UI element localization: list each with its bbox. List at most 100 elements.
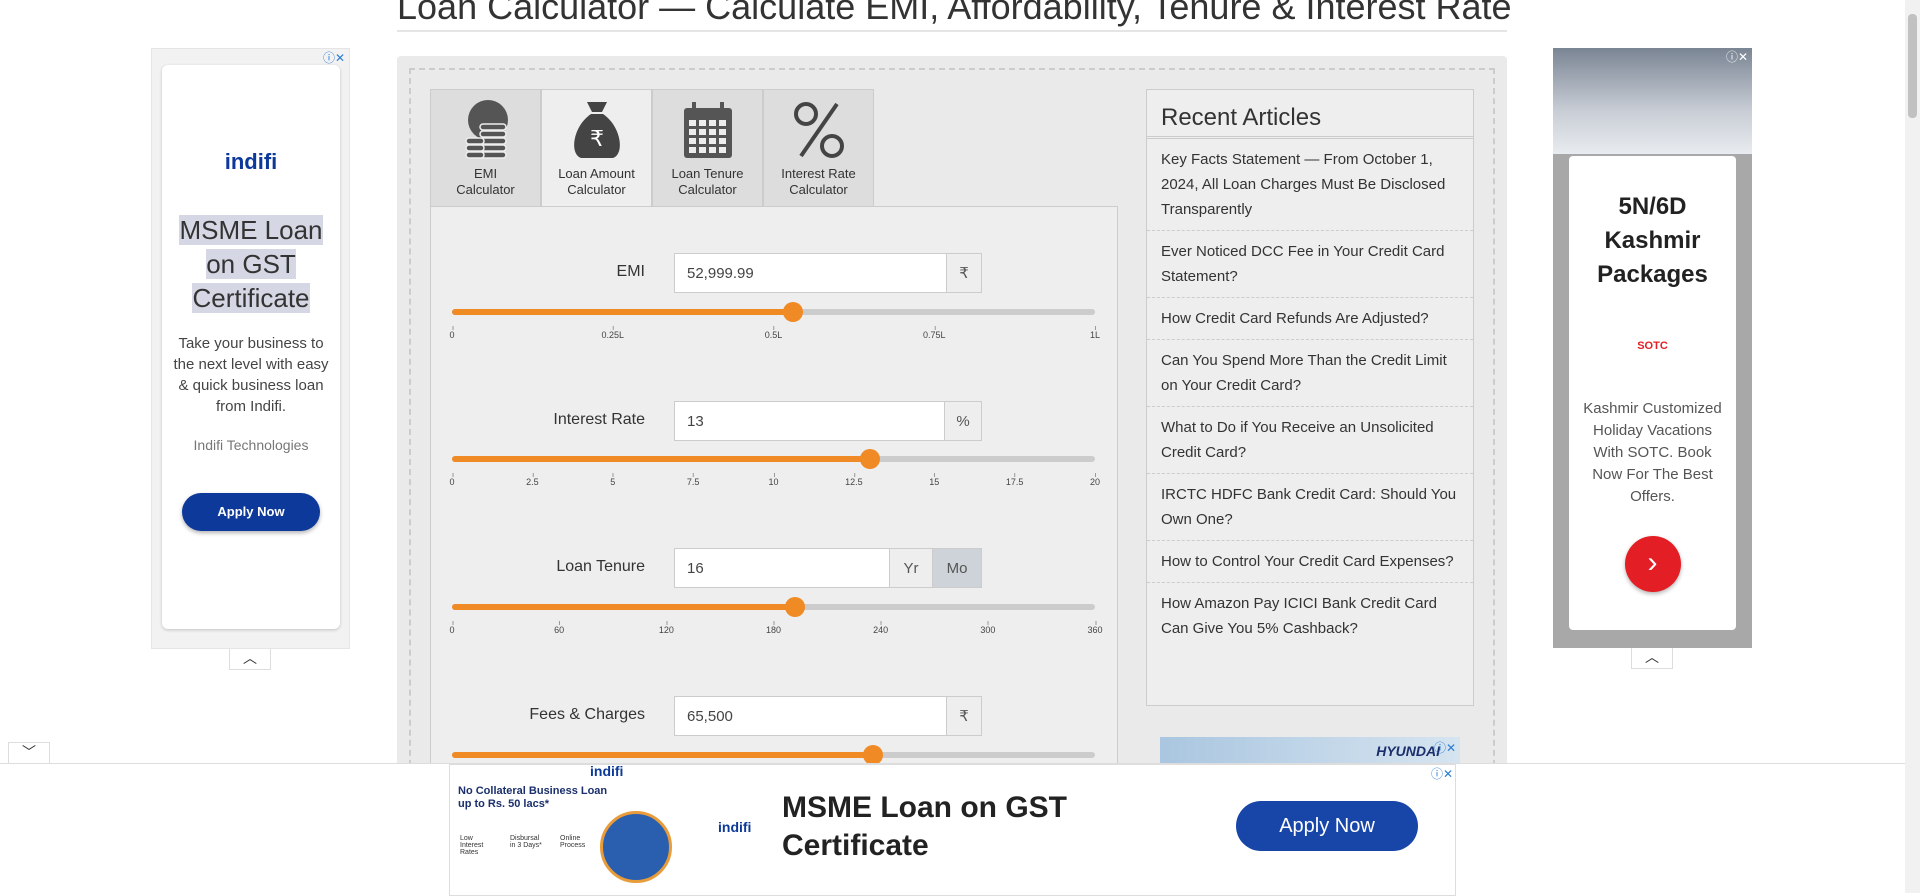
apply-now-button[interactable]: Apply Now (182, 493, 320, 531)
slider-tick-label: 60 (554, 621, 565, 635)
ad-body: Take your business to the next level wit… (173, 335, 329, 415)
ad-headline: MSME Loan on GST Certificate (782, 791, 1067, 862)
loan-tenure-label: Loan Tenure (556, 558, 645, 575)
ad-person-photo (600, 811, 672, 883)
article-link[interactable]: Can You Spend More Than the Credit Limit… (1147, 340, 1473, 407)
ad-feature: Low Interest Rates (460, 835, 484, 856)
article-link[interactable]: How to Control Your Credit Card Expenses… (1147, 541, 1473, 583)
slider-tick-label: 0 (449, 621, 455, 635)
article-link[interactable]: What to Do if You Receive an Unsolicited… (1147, 407, 1473, 474)
loan-tenure-input[interactable] (675, 548, 889, 588)
money-bag-icon: ₹ (573, 102, 620, 158)
collapse-ad-button[interactable]: ︿ (1631, 648, 1673, 669)
interest-rate-input[interactable] (675, 401, 944, 441)
loan-tenure-slider-scale: 0 60 120 180 240 300 360 (449, 621, 1103, 645)
article-link[interactable]: How Credit Card Refunds Are Adjusted? (1147, 298, 1473, 340)
ad-creative: No Collateral Business Loan up to Rs. 50… (450, 763, 686, 895)
interest-rate-slider[interactable] (452, 449, 1095, 469)
ad-info-close-icon[interactable]: ⓘ✕ (1431, 765, 1453, 782)
emi-slider-handle[interactable] (782, 302, 803, 322)
page-scrollbar[interactable] (1905, 0, 1920, 893)
left-sidebar-ad[interactable]: ⓘ✕ indifi MSME Loan on GST Certificate T… (151, 48, 350, 649)
emi-slider[interactable] (452, 302, 1095, 322)
rupee-addon: ₹ (946, 697, 981, 735)
ad-banner-image (1553, 48, 1752, 154)
tab-label-line2: Calculator (789, 182, 848, 197)
slider-tick-label: 0 (449, 473, 455, 487)
ad-feature: Disbursal in 3 Days* (510, 835, 542, 849)
ad-info-close-icon[interactable]: ⓘ✕ (323, 49, 345, 66)
svg-text:₹: ₹ (590, 127, 604, 152)
slider-tick-label: 7.5 (686, 473, 700, 487)
slider-tick-label: 5 (610, 473, 616, 487)
ad-info-close-icon[interactable]: ⓘ✕ (1726, 48, 1748, 65)
interest-rate-slider-handle[interactable] (859, 449, 880, 469)
slider-tick-label: 240 (873, 621, 889, 635)
emi-slider-scale: 0 0.25L 0.5L 0.75L 1L (449, 326, 1100, 350)
tab-interest-rate-calculator[interactable]: Interest Rate Calculator (763, 89, 874, 207)
ad-headline: MSME Loan on GST Certificate (179, 215, 323, 313)
slider-tick-label: 0.5L (764, 326, 783, 340)
loan-tenure-slider[interactable] (452, 597, 1095, 617)
fees-charges-input[interactable] (675, 696, 946, 736)
collapse-bottom-ad-button[interactable]: ﹀ (8, 742, 50, 764)
slider-tick-label: 2.5 (526, 473, 539, 487)
tab-emi-calculator[interactable]: EMI Calculator (430, 89, 541, 207)
loan-tenure-field[interactable]: Yr Mo (674, 548, 982, 588)
fees-charges-slider[interactable] (452, 745, 1095, 765)
interest-rate-slider-fill (452, 456, 870, 462)
article-link[interactable]: IRCTC HDFC Bank Credit Card: Should You … (1147, 474, 1473, 541)
indifi-logo: indifi (718, 819, 752, 835)
recent-articles-panel: Recent Articles Key Facts Statement — Fr… (1146, 89, 1474, 706)
chevron-up-icon: ︿ (1645, 649, 1659, 665)
calculator-tabs: EMI Calculator ₹ Loan Amount Calculator Lo… (430, 89, 874, 207)
loan-tenure-slider-handle[interactable] (784, 597, 805, 617)
article-link[interactable]: Key Facts Statement — From October 1, 20… (1147, 139, 1473, 231)
loan-tenure-slider-fill (452, 604, 795, 610)
article-link[interactable]: Ever Noticed DCC Fee in Your Credit Card… (1147, 231, 1473, 298)
collapse-ad-button[interactable]: ︿ (229, 649, 271, 670)
ad-advertiser: Indifi Technologies (193, 437, 309, 453)
chevron-up-icon: ︿ (243, 650, 257, 666)
ad-feature: Online Process (560, 835, 586, 849)
slider-tick-label: 0.75L (922, 326, 946, 340)
emi-input[interactable] (675, 253, 946, 293)
scrollbar-thumb[interactable] (1908, 14, 1917, 118)
tab-loan-amount-calculator[interactable]: ₹ Loan Amount Calculator (541, 89, 652, 207)
ad-headline: 5N/6D Kashmir Packages (1597, 193, 1708, 288)
bottom-ad-banner[interactable]: No Collateral Business Loan up to Rs. 50… (449, 763, 1456, 896)
slider-tick-label: 180 (765, 621, 782, 635)
tab-loan-tenure-calculator[interactable]: Loan Tenure Calculator (652, 89, 763, 207)
years-toggle[interactable]: Yr (889, 549, 932, 587)
tab-label-line2: Calculator (567, 182, 626, 197)
recent-articles-heading: Recent Articles (1147, 90, 1473, 139)
emi-slider-fill (452, 309, 793, 315)
months-toggle[interactable]: Mo (932, 549, 981, 587)
chevron-right-icon[interactable]: › (1624, 536, 1681, 592)
ad-banner-text: No Collateral Business Loan up to Rs. 50… (458, 785, 608, 810)
interest-rate-field[interactable]: % (674, 401, 982, 441)
article-link[interactable]: How Amazon Pay ICICI Bank Credit Card Ca… (1147, 583, 1473, 649)
chevron-down-icon: ﹀ (22, 744, 36, 760)
slider-tick-label: 120 (658, 621, 674, 635)
slider-tick-label: 12.5 (845, 473, 863, 487)
slider-tick-label: 360 (1087, 621, 1103, 635)
apply-now-button[interactable]: Apply Now (1236, 801, 1418, 851)
indifi-logo: indifi (224, 149, 278, 174)
fees-charges-field[interactable]: ₹ (674, 696, 982, 736)
hyundai-ad[interactable]: HYUNDAI ⓘ✕ (1160, 737, 1460, 765)
bottom-sticky-ad: No Collateral Business Loan up to Rs. 50… (0, 763, 1905, 896)
ad-close-icon[interactable]: ⓘ✕ (1434, 739, 1456, 756)
emi-field[interactable]: ₹ (674, 253, 982, 293)
tab-label-line2: Calculator (456, 182, 515, 197)
slider-tick-label: 300 (980, 621, 996, 635)
tab-label-line2: Calculator (678, 182, 737, 197)
hyundai-logo: HYUNDAI (1376, 743, 1440, 759)
percent-addon: % (944, 402, 981, 440)
right-sidebar-ad[interactable]: ⓘ✕ 5N/6D Kashmir Packages SOTC Kashmir C… (1553, 48, 1752, 648)
slider-tick-label: 20 (1089, 473, 1101, 487)
slider-tick-label: 10 (768, 473, 779, 487)
ad-body: Kashmir Customized Holiday Vacations Wit… (1583, 400, 1722, 505)
slider-tick-label: 0.25L (601, 326, 625, 340)
tab-label-line1: Loan Amount (558, 166, 635, 181)
